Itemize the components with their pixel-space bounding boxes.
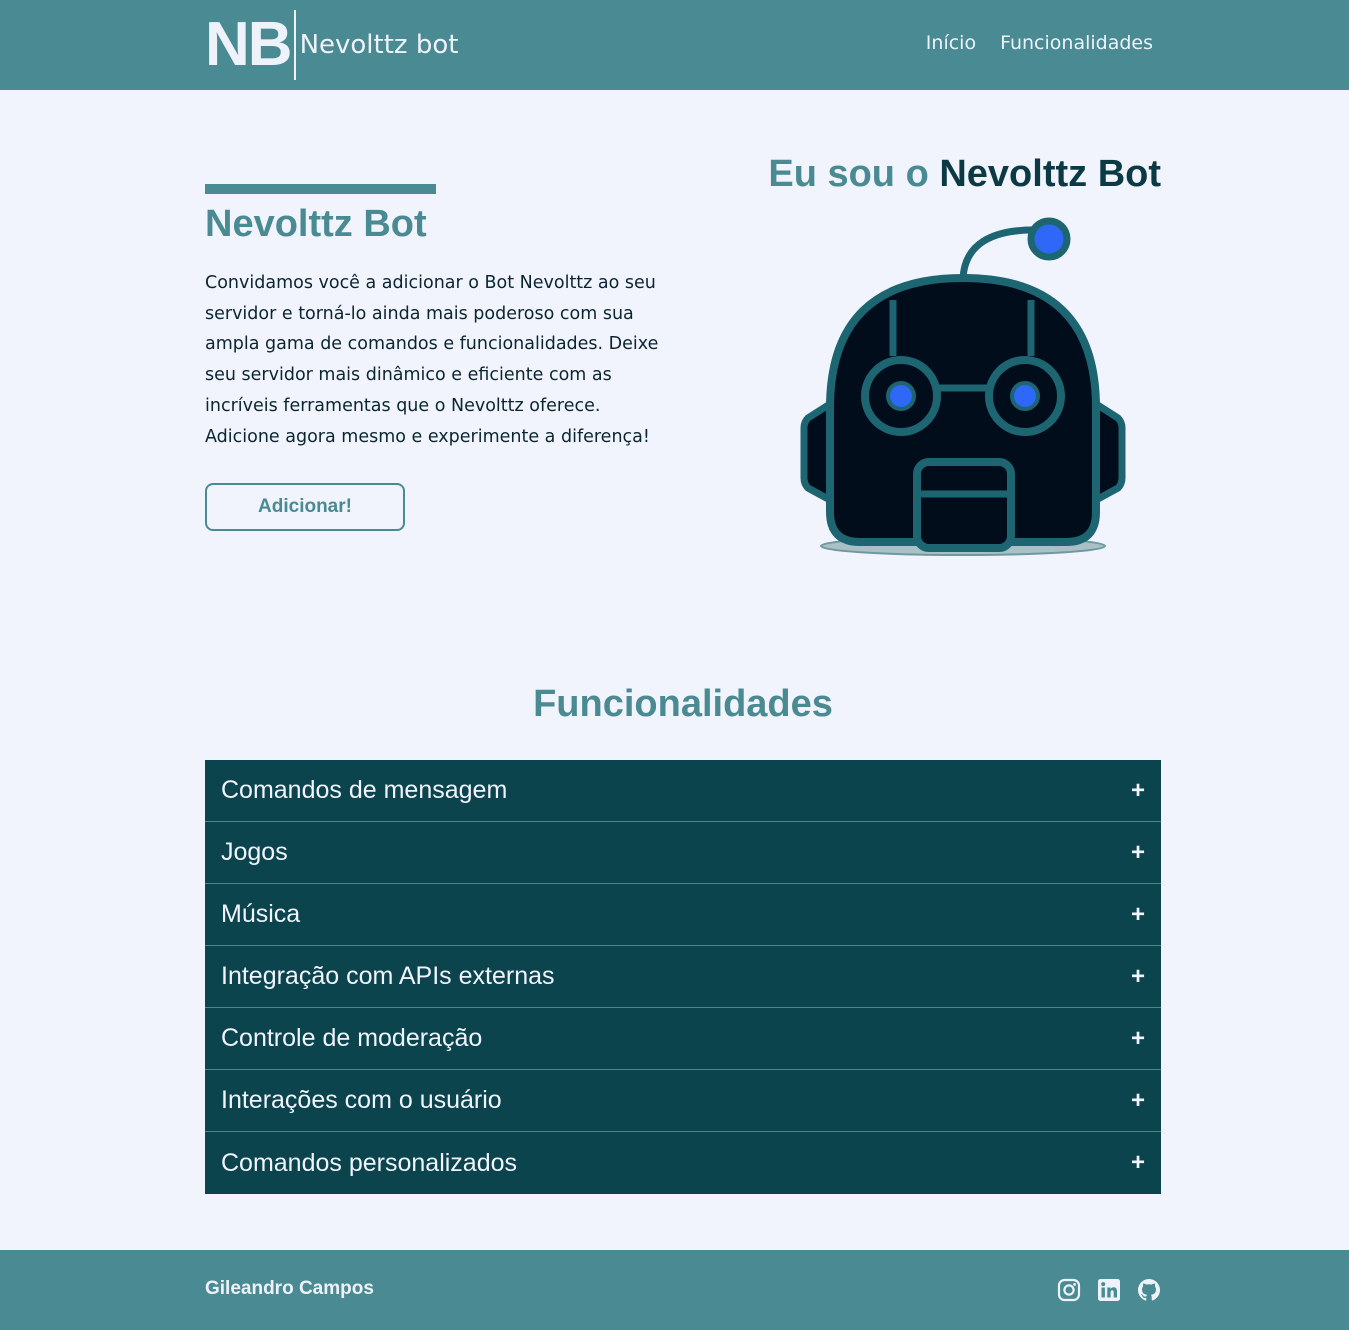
robot-eye-left (886, 381, 916, 411)
nav-link-funcionalidades[interactable]: Funcionalidades (1000, 32, 1153, 54)
features-title: Funcionalidades (533, 683, 833, 725)
accordion-label: Música (221, 900, 301, 928)
accordion-label: Jogos (221, 838, 288, 866)
robot-antenna-bulb (1027, 217, 1071, 261)
robot-eye-right (1010, 381, 1040, 411)
instagram-icon[interactable] (1057, 1278, 1081, 1302)
plus-icon[interactable]: + (1131, 839, 1145, 867)
hero-title: Nevolttz Bot (205, 203, 427, 245)
github-icon[interactable] (1137, 1278, 1161, 1302)
logo[interactable]: NB Nevolttz bot (205, 10, 458, 80)
hero-accent-bar (205, 184, 436, 194)
logo-divider (293, 10, 296, 80)
accordion-item-jogos[interactable]: Jogos + (205, 822, 1161, 884)
accordion-label: Comandos de mensagem (221, 776, 508, 804)
hero-heading: Eu sou o Nevolttz Bot (768, 153, 1161, 196)
logo-mark: NB (205, 10, 293, 79)
plus-icon[interactable]: + (1131, 1025, 1145, 1053)
linkedin-icon[interactable] (1097, 1278, 1121, 1302)
accordion-item-controle-moderacao[interactable]: Controle de moderação + (205, 1008, 1161, 1070)
logo-name: Nevolttz bot (299, 30, 459, 60)
accordion-label: Integração com APIs externas (221, 962, 555, 990)
accordion-label: Comandos personalizados (221, 1148, 518, 1177)
accordion-item-integracao-apis[interactable]: Integração com APIs externas + (205, 946, 1161, 1008)
features-accordion: Comandos de mensagem + Jogos + Música + … (205, 760, 1161, 1194)
add-bot-button[interactable]: Adicionar! (205, 483, 405, 531)
robot-mouth (913, 458, 1015, 552)
plus-icon[interactable]: + (1131, 1149, 1145, 1177)
social-links (1057, 1278, 1161, 1302)
site-footer: Gileandro Campos (0, 1250, 1349, 1330)
plus-icon[interactable]: + (1131, 901, 1145, 929)
plus-icon[interactable]: + (1131, 1087, 1145, 1115)
nav-link-inicio[interactable]: Início (926, 32, 976, 54)
robot-illustration (800, 217, 1126, 556)
footer-author: Gileandro Campos (205, 1278, 374, 1299)
hero-description: Convidamos você a adicionar o Bot Nevolt… (205, 273, 659, 447)
main-nav: Início Funcionalidades (926, 32, 1153, 54)
accordion-label: Controle de moderação (221, 1024, 483, 1052)
accordion-label: Interações com o usuário (221, 1086, 502, 1114)
site-header: NB Nevolttz bot Início Funcionalidades (0, 0, 1349, 90)
hero-heading-strong: Nevolttz Bot (939, 153, 1161, 195)
plus-icon[interactable]: + (1131, 777, 1145, 805)
accordion-item-comandos-personalizados[interactable]: Comandos personalizados + (205, 1132, 1161, 1194)
accordion-item-interacoes-usuario[interactable]: Interações com o usuário + (205, 1070, 1161, 1132)
accordion-item-comandos-de-mensagem[interactable]: Comandos de mensagem + (205, 760, 1161, 822)
accordion-item-musica[interactable]: Música + (205, 884, 1161, 946)
plus-icon[interactable]: + (1131, 963, 1145, 991)
hero-heading-light: Eu sou o (768, 153, 940, 195)
